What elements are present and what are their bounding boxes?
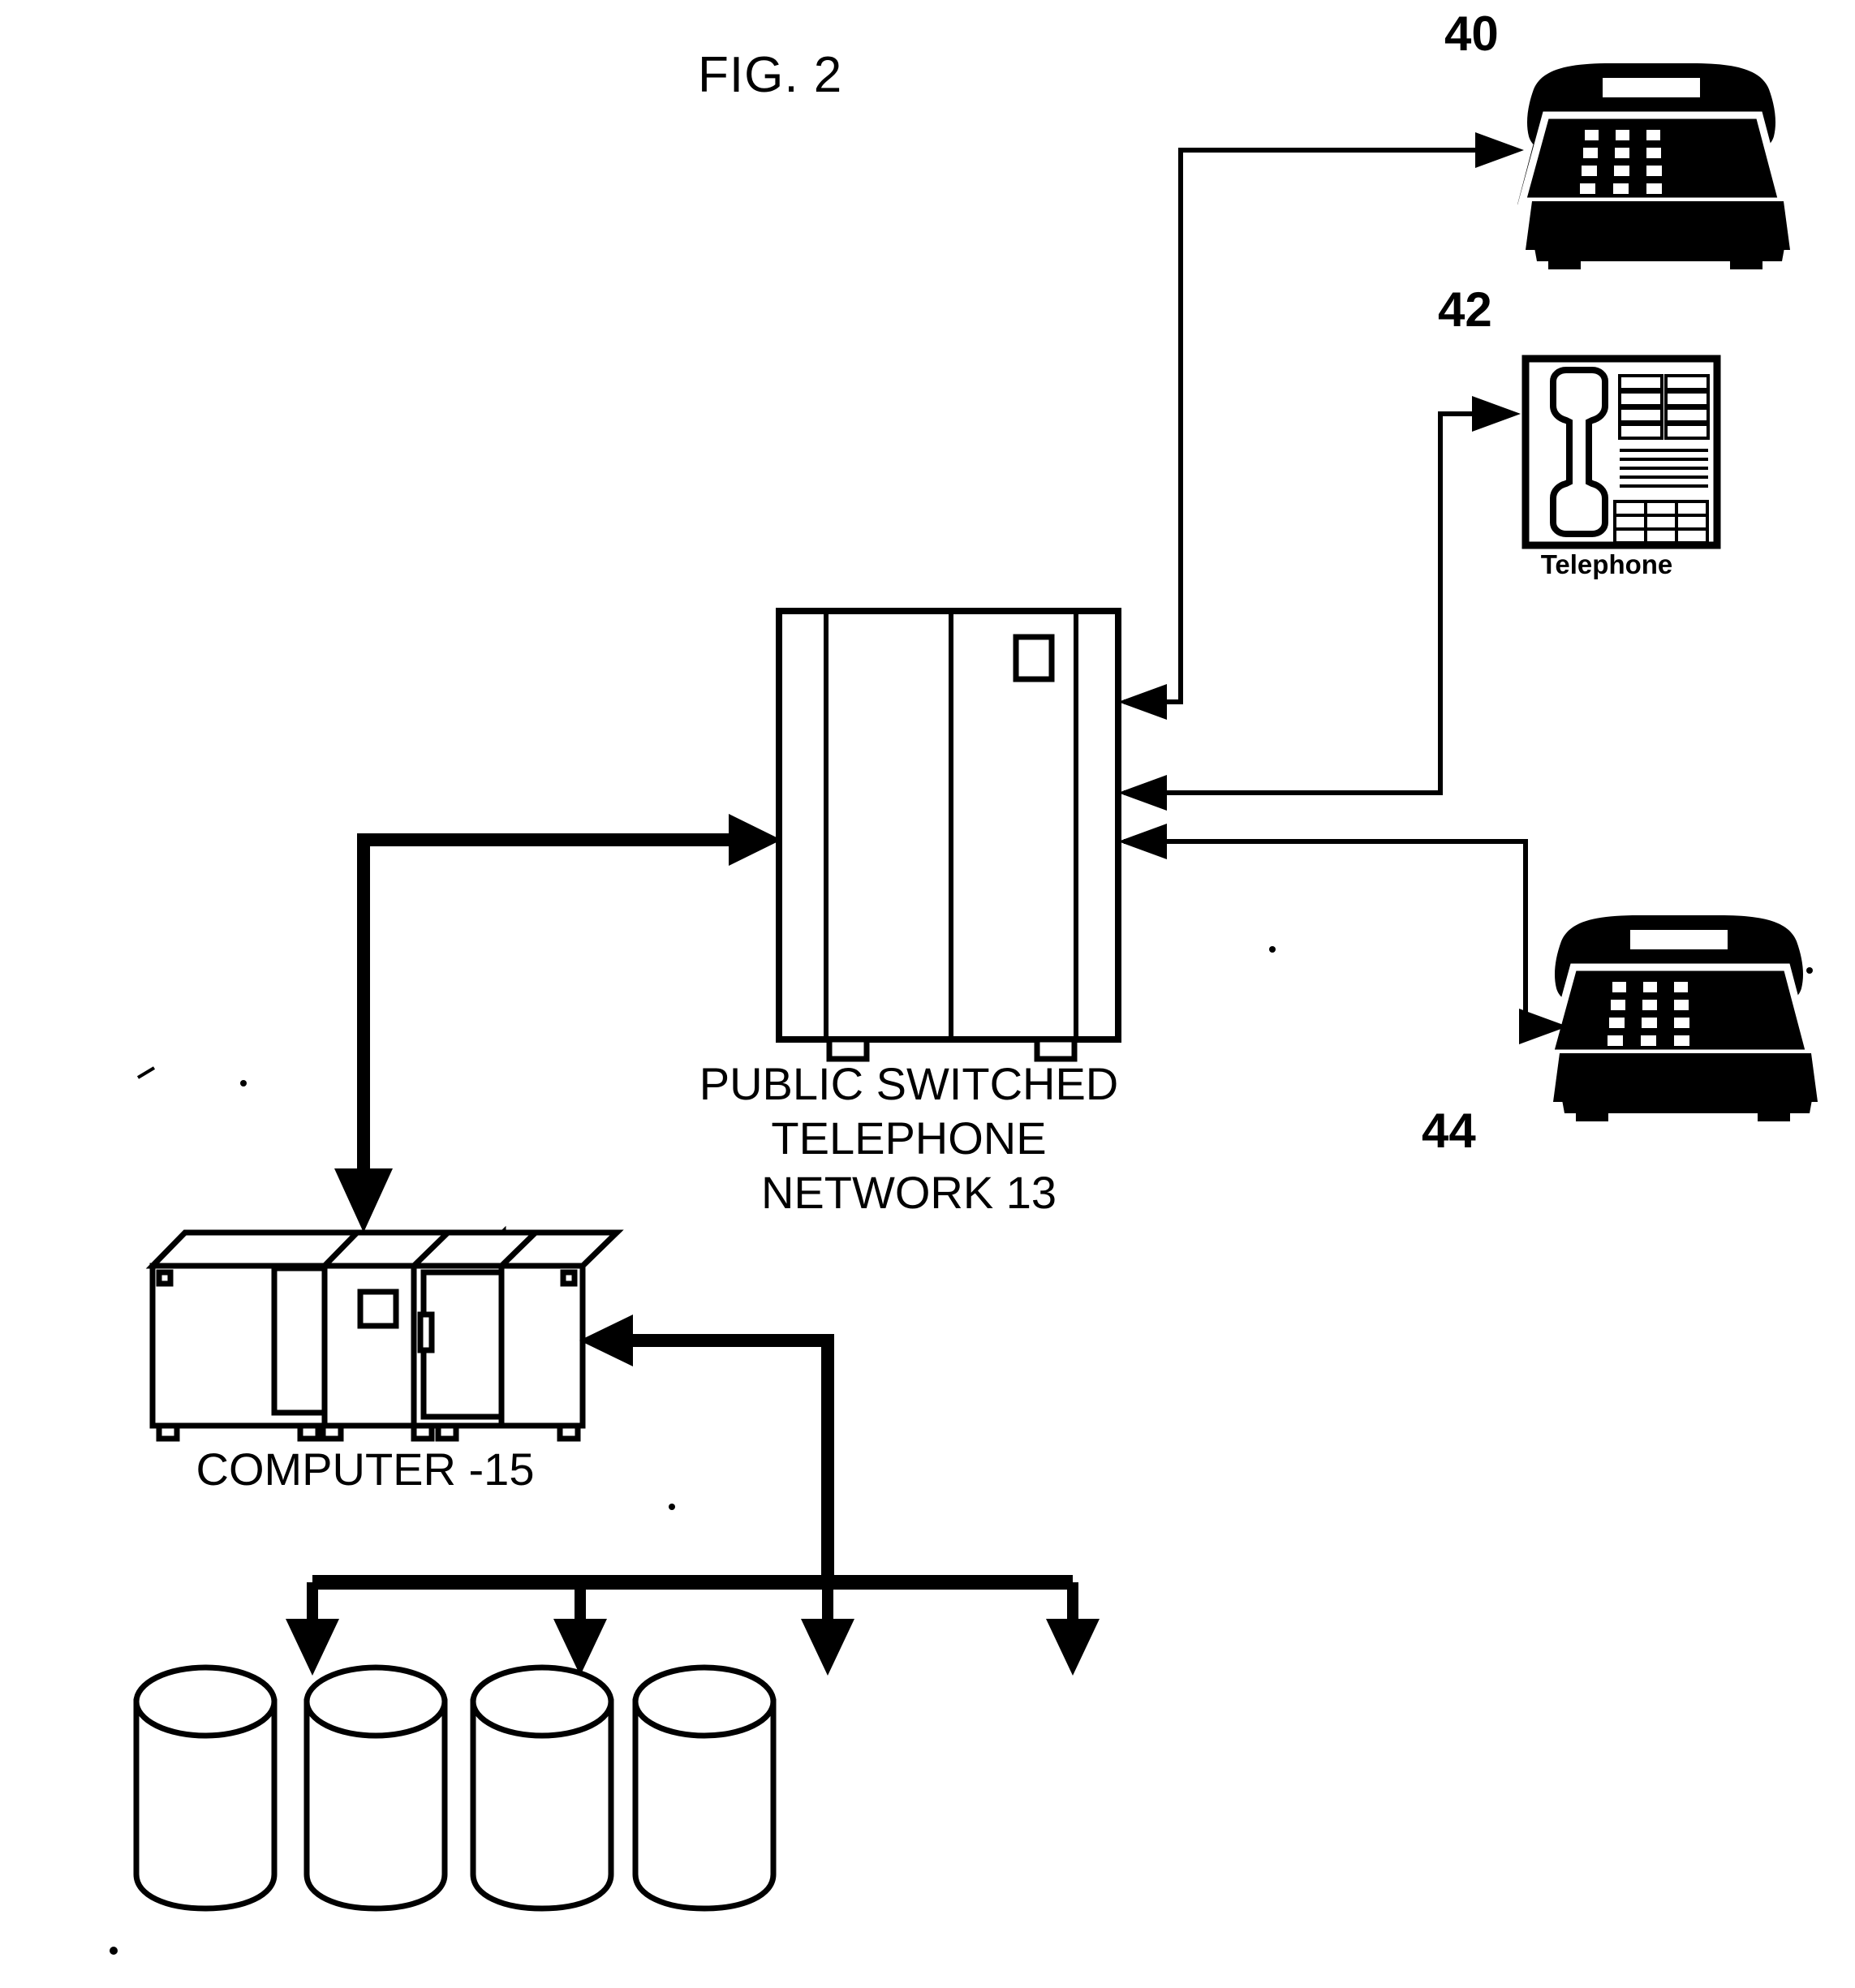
database-cylinder-3 bbox=[470, 1664, 614, 1912]
db-arrowhead-1 bbox=[286, 1619, 339, 1676]
desk-telephone-44-icon bbox=[1545, 915, 1818, 1121]
mainframe-computer-icon bbox=[145, 1225, 624, 1442]
desk-telephone-40-icon bbox=[1517, 63, 1790, 269]
connector-pstn-to-phone-44 bbox=[1118, 824, 1568, 1044]
db-arrowhead-4 bbox=[1046, 1619, 1100, 1676]
wall-telephone-42-icon bbox=[1521, 355, 1721, 549]
database-cylinder-4 bbox=[632, 1664, 777, 1912]
database-cylinder-2 bbox=[303, 1664, 448, 1912]
connector-computer-to-pstn bbox=[334, 814, 781, 1233]
diagram-artwork bbox=[110, 63, 1818, 1955]
db-arrowhead-3 bbox=[801, 1619, 854, 1676]
pstn-cabinet-icon bbox=[776, 608, 1121, 1062]
figure-canvas: FIG. 2 40 42 44 PUBLIC SWITCHED TELEPHON… bbox=[0, 0, 1855, 1988]
database-cylinder-1 bbox=[133, 1664, 278, 1912]
connector-pstn-to-phone-40 bbox=[1118, 132, 1524, 720]
